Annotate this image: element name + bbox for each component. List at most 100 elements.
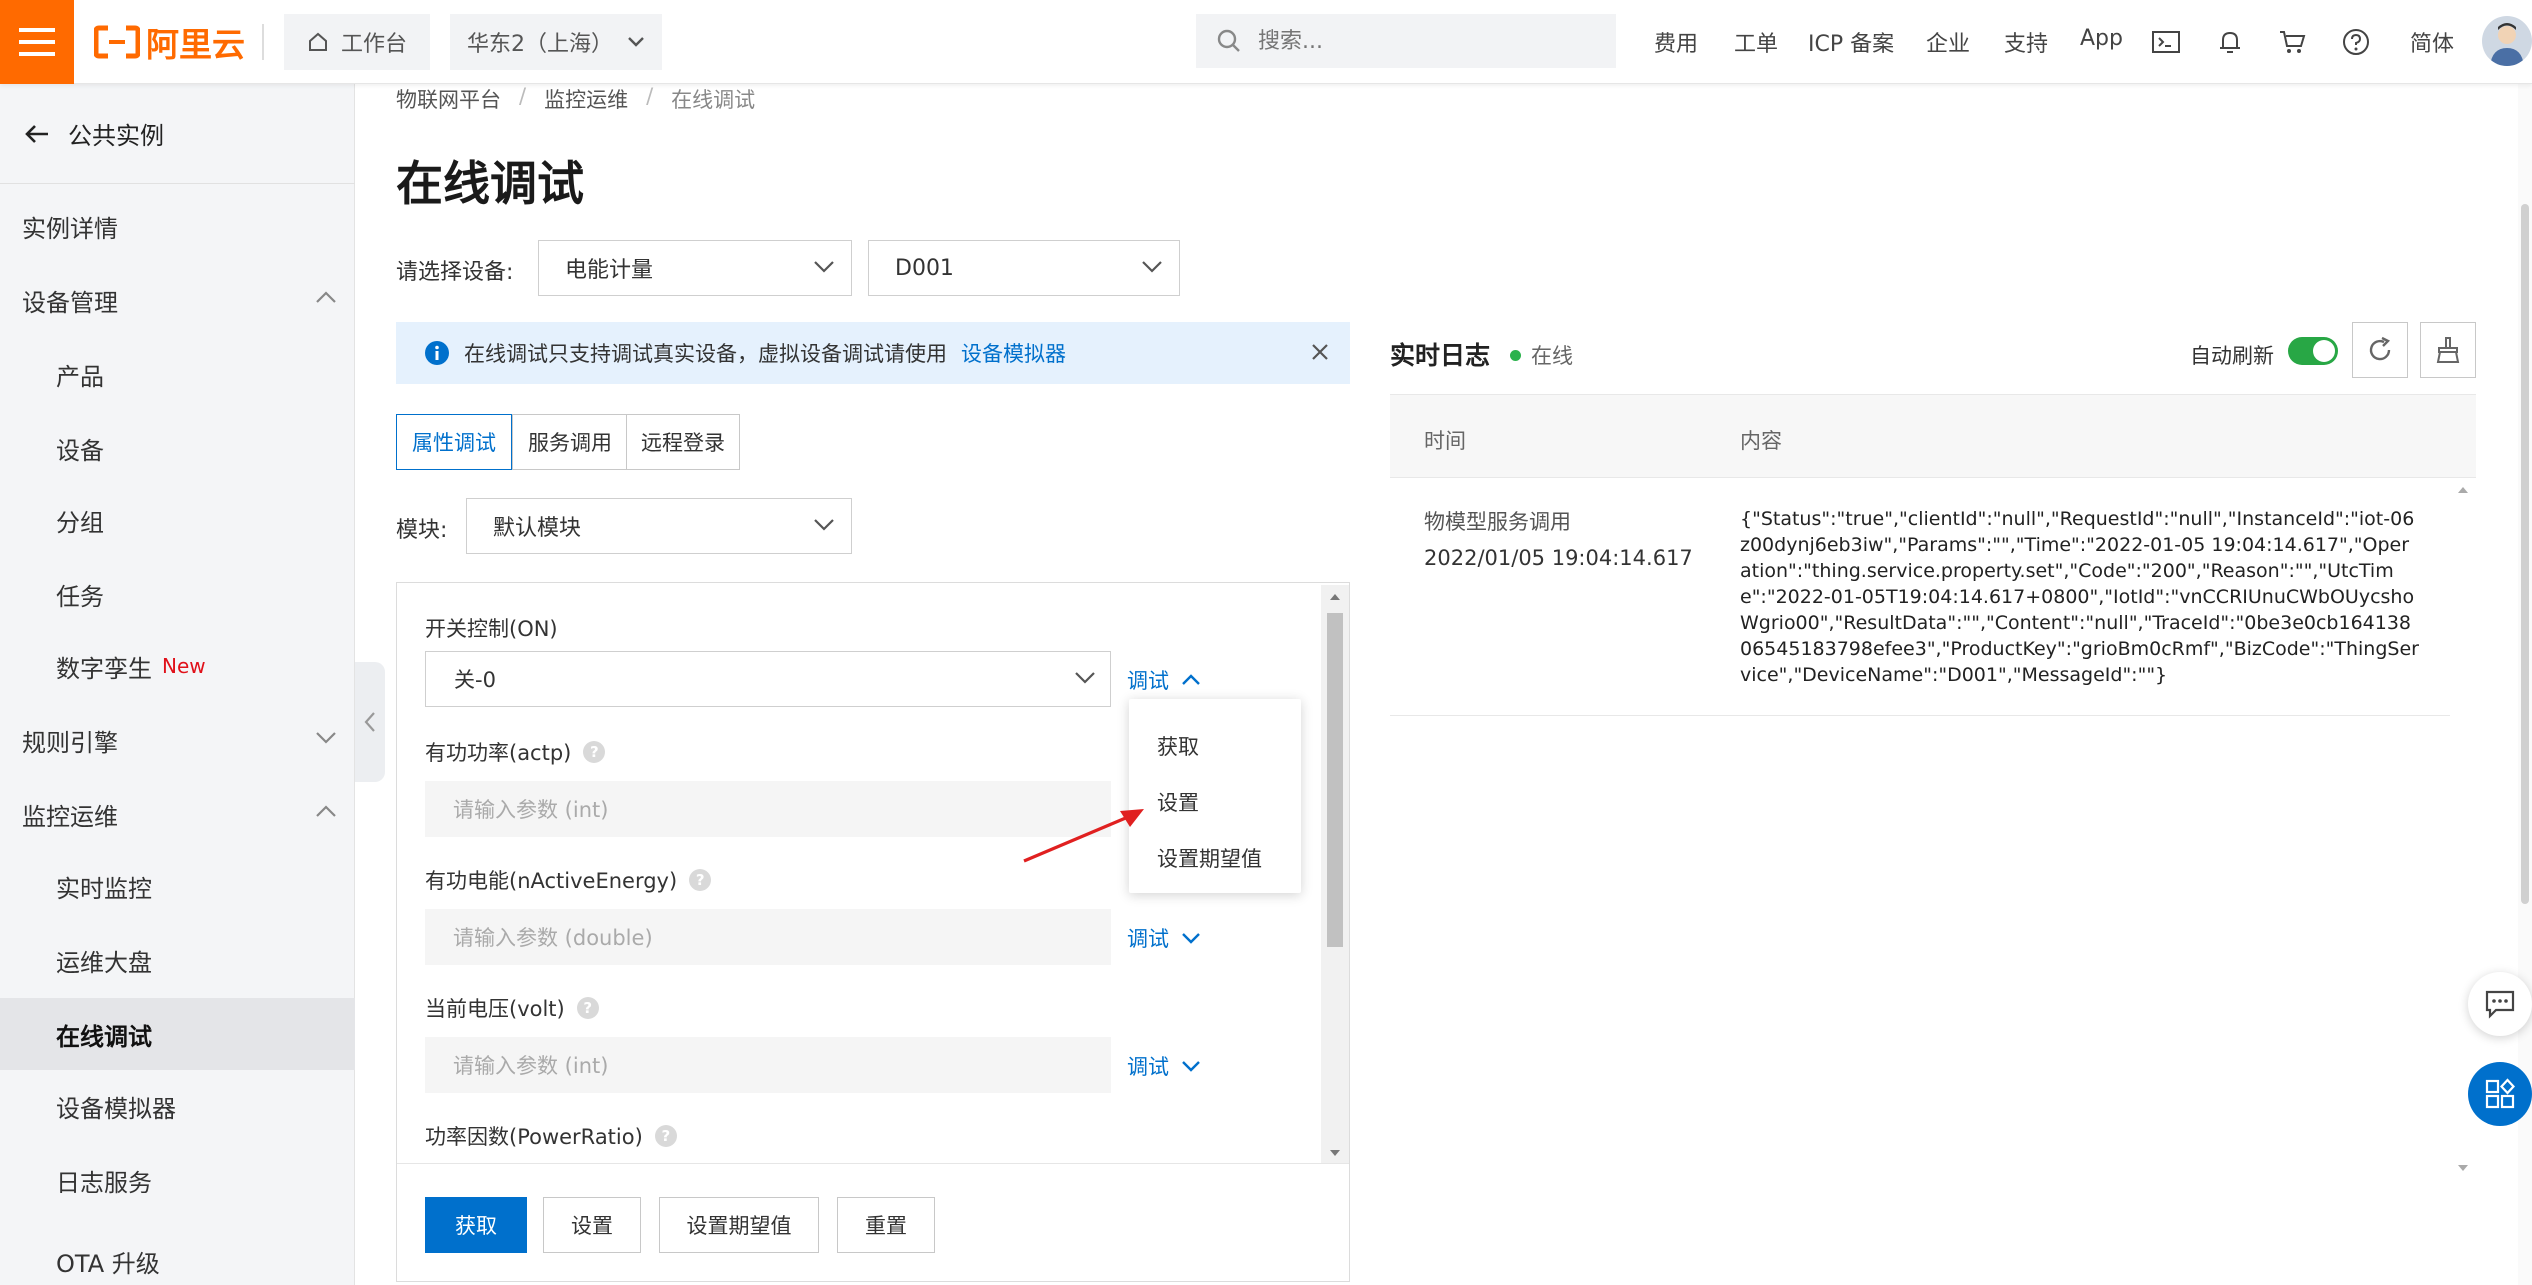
dropdown-item-set[interactable]: 设置 bbox=[1157, 787, 1199, 817]
language-link[interactable]: 简体 bbox=[2410, 26, 2454, 58]
chat-float-button[interactable] bbox=[2468, 972, 2532, 1036]
enterprise-link[interactable]: 企业 bbox=[1926, 26, 1970, 58]
device-simulator-link[interactable]: 设备模拟器 bbox=[961, 338, 1066, 368]
scroll-down-icon[interactable] bbox=[2457, 1164, 2469, 1172]
sidebar-item-device-management[interactable]: 设备管理 bbox=[0, 264, 355, 336]
sidebar-item-device-simulator[interactable]: 设备模拟器 bbox=[0, 1070, 355, 1142]
info-icon bbox=[425, 341, 449, 365]
support-link[interactable]: 支持 bbox=[2004, 26, 2048, 58]
tab-property-debug[interactable]: 属性调试 bbox=[396, 414, 512, 470]
log-entry-time: 2022/01/05 19:04:14.617 bbox=[1424, 546, 1693, 570]
energy-input[interactable]: 请输入参数 (double) bbox=[425, 909, 1111, 965]
log-entry-content: {"Status":"true","clientId":"null","Requ… bbox=[1740, 508, 2419, 686]
refresh-button[interactable] bbox=[2352, 322, 2408, 378]
scroll-down-icon[interactable] bbox=[1329, 1149, 1341, 1157]
close-icon[interactable] bbox=[1310, 342, 1330, 362]
sidebar-item-log-service[interactable]: 日志服务 bbox=[0, 1144, 355, 1216]
chat-icon bbox=[2485, 990, 2515, 1019]
module-select[interactable]: 默认模块 bbox=[466, 498, 852, 554]
help-icon[interactable]: ? bbox=[576, 997, 599, 1019]
reset-button[interactable]: 重置 bbox=[837, 1197, 935, 1253]
sidebar-item-realtime-monitor[interactable]: 实时监控 bbox=[0, 850, 355, 922]
search-input[interactable] bbox=[1256, 27, 1596, 55]
back-to-instances[interactable]: 公共实例 bbox=[0, 84, 355, 184]
breadcrumb-monitoring[interactable]: 监控运维 bbox=[544, 84, 628, 114]
bell-icon[interactable] bbox=[2214, 26, 2246, 58]
clear-log-button[interactable] bbox=[2420, 322, 2476, 378]
switch-control-value: 关-0 bbox=[454, 668, 496, 692]
sidebar-item-rule-engine[interactable]: 规则引擎 bbox=[0, 704, 355, 776]
sidebar-item-monitoring[interactable]: 监控运维 bbox=[0, 778, 355, 850]
cart-icon[interactable] bbox=[2276, 26, 2308, 58]
debug-toggle-volt[interactable]: 调试 bbox=[1127, 1051, 1201, 1081]
chevron-down-icon bbox=[1182, 1061, 1200, 1072]
set-desired-button[interactable]: 设置期望值 bbox=[659, 1197, 819, 1253]
new-badge: New bbox=[162, 654, 206, 678]
sidebar-item-ops-dashboard[interactable]: 运维大盘 bbox=[0, 924, 355, 996]
module-select-value: 默认模块 bbox=[493, 516, 582, 541]
panel-scrollbar[interactable] bbox=[1321, 585, 1349, 1165]
breadcrumb-iot-platform[interactable]: 物联网平台 bbox=[396, 84, 501, 114]
help-icon[interactable]: ? bbox=[583, 741, 606, 763]
sidebar-item-ota-upgrade[interactable]: OTA 升级 bbox=[0, 1218, 355, 1285]
help-icon[interactable]: ? bbox=[689, 869, 712, 891]
set-button[interactable]: 设置 bbox=[543, 1197, 641, 1253]
panel-scroll-thumb[interactable] bbox=[1327, 613, 1343, 947]
toggle-knob bbox=[2313, 340, 2335, 362]
avatar[interactable] bbox=[2482, 16, 2532, 66]
tab-remote-login[interactable]: 远程登录 bbox=[626, 414, 740, 470]
workbench-button[interactable]: 工作台 bbox=[284, 14, 430, 70]
sidebar-collapse-handle[interactable] bbox=[355, 662, 385, 782]
page-scroll-thumb[interactable] bbox=[2521, 204, 2529, 904]
sidebar-item-digital-twin[interactable]: 数字孪生 New bbox=[0, 630, 355, 702]
switch-control-select[interactable]: 关-0 bbox=[425, 651, 1111, 707]
tickets-link[interactable]: 工单 bbox=[1734, 26, 1778, 58]
sidebar-item-tasks[interactable]: 任务 bbox=[0, 558, 355, 630]
dropdown-item-get[interactable]: 获取 bbox=[1157, 731, 1199, 761]
scroll-up-icon[interactable] bbox=[2457, 486, 2469, 494]
get-button[interactable]: 获取 bbox=[425, 1197, 527, 1253]
debug-label: 调试 bbox=[1127, 1055, 1169, 1079]
tab-service-call[interactable]: 服务调用 bbox=[512, 414, 628, 470]
dropdown-item-set-desired[interactable]: 设置期望值 bbox=[1157, 843, 1262, 873]
product-select[interactable]: 电能计量 bbox=[538, 240, 852, 296]
product-select-value: 电能计量 bbox=[565, 258, 654, 283]
help-icon[interactable]: ? bbox=[654, 1125, 677, 1147]
actp-input[interactable]: 请输入参数 (int) bbox=[425, 781, 1111, 837]
sidebar-item-label: 产品 bbox=[56, 362, 104, 391]
sidebar-item-online-debug[interactable]: 在线调试 bbox=[0, 998, 355, 1070]
icp-link[interactable]: ICP 备案 bbox=[1808, 26, 1894, 58]
apps-float-button[interactable] bbox=[2468, 1062, 2532, 1126]
tab-label: 服务调用 bbox=[528, 431, 612, 455]
sidebar-item-groups[interactable]: 分组 bbox=[0, 484, 355, 556]
debug-toggle-energy[interactable]: 调试 bbox=[1127, 923, 1201, 953]
device-select[interactable]: D001 bbox=[868, 240, 1180, 296]
home-icon bbox=[308, 32, 327, 51]
breadcrumb: 物联网平台 / 监控运维 / 在线调试 bbox=[396, 84, 755, 114]
aliyun-logo[interactable]: 阿里云 bbox=[94, 14, 245, 70]
terminal-icon[interactable] bbox=[2150, 26, 2182, 58]
region-selector[interactable]: 华东2（上海） bbox=[450, 14, 662, 70]
apps-grid-icon bbox=[2485, 1078, 2515, 1109]
chevron-down-icon bbox=[1142, 261, 1162, 273]
debug-toggle-switch[interactable]: 调试 bbox=[1127, 665, 1201, 695]
app-link[interactable]: App bbox=[2080, 26, 2123, 51]
prop-label-energy: 有功电能(nActiveEnergy)? bbox=[425, 865, 712, 895]
sidebar-item-label: 监控运维 bbox=[22, 802, 118, 831]
prop-label-actp: 有功功率(actp)? bbox=[425, 737, 606, 767]
search-box[interactable] bbox=[1196, 14, 1616, 68]
volt-input[interactable]: 请输入参数 (int) bbox=[425, 1037, 1111, 1093]
logo-bracket-icon bbox=[94, 25, 140, 59]
sidebar-item-instance-details[interactable]: 实例详情 bbox=[0, 190, 355, 262]
auto-refresh-toggle[interactable] bbox=[2288, 337, 2338, 365]
log-status-text: 在线 bbox=[1531, 344, 1573, 368]
sidebar-item-label: 在线调试 bbox=[56, 1022, 152, 1051]
fees-link[interactable]: 费用 bbox=[1654, 26, 1698, 58]
help-icon[interactable] bbox=[2340, 26, 2372, 58]
scroll-up-icon[interactable] bbox=[1329, 593, 1341, 601]
prop-label-text: 功率因数(PowerRatio) bbox=[425, 1125, 643, 1149]
sidebar-item-products[interactable]: 产品 bbox=[0, 338, 355, 410]
log-status: 在线 bbox=[1510, 340, 1573, 370]
menu-icon[interactable] bbox=[0, 0, 74, 84]
sidebar-item-devices[interactable]: 设备 bbox=[0, 412, 355, 484]
